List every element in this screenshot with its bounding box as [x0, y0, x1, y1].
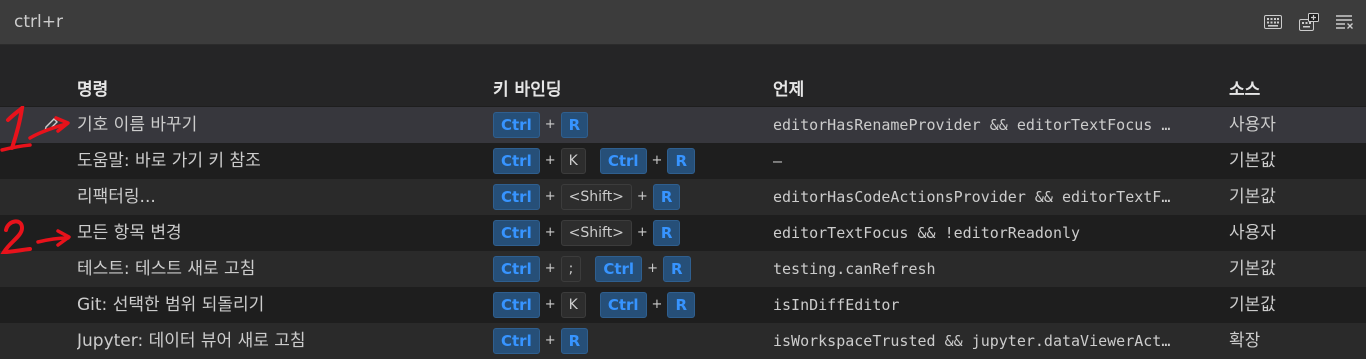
when-clause: isWorkspaceTrusted && jupyter.dataViewer…: [773, 332, 1171, 350]
when-clause: testing.canRefresh: [773, 260, 936, 278]
key-label: Ctrl: [493, 112, 540, 138]
when-clause: editorTextFocus && !editorReadonly: [773, 224, 1081, 242]
search-bar: [0, 0, 1366, 45]
key-chord: Ctrl + <Shift> + R: [493, 179, 681, 215]
key-label: Ctrl: [595, 256, 643, 282]
key-label: R: [652, 184, 681, 210]
table-row[interactable]: 도움말: 바로 가기 키 참조 Ctrl + K Ctrl + R – 기본값: [0, 143, 1366, 179]
key-label: R: [662, 256, 691, 282]
header-source[interactable]: 소스: [1229, 75, 1260, 100]
table-row[interactable]: Git: 선택한 범위 되돌리기 Ctrl + K Ctrl + RisInDiffEdit…: [0, 287, 1366, 323]
command-label: 기호 이름 바꾸기: [77, 115, 198, 135]
key-label: K: [560, 148, 586, 174]
key-chord: Ctrl + R: [599, 287, 695, 323]
key-chord: Ctrl + K: [493, 143, 586, 179]
annotation-1: [0, 106, 70, 152]
command-label: 도움말: 바로 가기 키 참조: [77, 151, 261, 171]
keybinding-cell[interactable]: Ctrl +; Ctrl + R: [493, 251, 753, 287]
table-row[interactable]: 기호 이름 바꾸기 Ctrl + ReditorHasRenameProvider &…: [0, 107, 1366, 143]
key-chord: Ctrl + K: [493, 287, 586, 323]
plus-separator: +: [651, 297, 663, 312]
key-label: R: [667, 148, 695, 174]
when-clause: –: [773, 152, 783, 170]
source-label: 기본값: [1229, 295, 1276, 315]
plus-separator: +: [544, 189, 556, 204]
plus-separator: +: [544, 297, 556, 312]
keybinding-cell[interactable]: Ctrl + R: [493, 323, 753, 359]
command-label: 리팩터링...: [77, 187, 156, 207]
clear-filter-icon[interactable]: [1334, 12, 1356, 32]
key-label: ;: [560, 256, 582, 282]
header-keybinding[interactable]: 키 바인딩: [493, 75, 561, 100]
source-label: 기본값: [1229, 151, 1276, 171]
keybinding-cell[interactable]: Ctrl + K Ctrl + R: [493, 143, 753, 179]
plus-separator: +: [651, 153, 663, 168]
plus-separator: +: [544, 261, 556, 276]
key-label: R: [652, 220, 681, 246]
key-chord: Ctrl + R: [599, 143, 695, 179]
command-label: Jupyter: 데이터 뷰어 새로 고침: [77, 331, 306, 351]
when-clause: isInDiffEditor: [773, 296, 900, 314]
keyboard-icon[interactable]: [1262, 12, 1284, 32]
key-label: R: [667, 292, 695, 318]
key-label: Ctrl: [493, 220, 540, 246]
search-input[interactable]: [14, 9, 1234, 35]
keybinding-cell[interactable]: Ctrl + <Shift> + R: [493, 179, 753, 215]
key-chord: Ctrl + R: [595, 251, 691, 287]
table-row[interactable]: Jupyter: 데이터 뷰어 새로 고침 Ctrl + RisWorkspaceTr…: [0, 323, 1366, 359]
table-header: 명령 키 바인딩 언제 소스: [0, 65, 1366, 106]
key-chord: Ctrl +;: [493, 251, 582, 287]
key-label: R: [560, 112, 589, 138]
plus-separator: +: [544, 117, 556, 132]
table-row[interactable]: 모든 항목 변경 Ctrl + <Shift> + ReditorTextFocus &&…: [0, 215, 1366, 251]
plus-separator: +: [636, 189, 648, 204]
plus-separator: +: [544, 333, 556, 348]
key-label: Ctrl: [493, 148, 540, 174]
key-label: Ctrl: [493, 292, 540, 318]
key-label: <Shift>: [560, 220, 632, 246]
header-when[interactable]: 언제: [773, 75, 804, 100]
key-chord: Ctrl + <Shift> + R: [493, 215, 681, 251]
keybinding-cell[interactable]: Ctrl + K Ctrl + R: [493, 287, 753, 323]
when-clause: editorHasCodeActionsProvider && editorTe…: [773, 188, 1171, 206]
key-label: K: [560, 292, 586, 318]
table-row[interactable]: 테스트: 테스트 새로 고침 Ctrl +; Ctrl + Rtesting.canRef…: [0, 251, 1366, 287]
plus-separator: +: [544, 225, 556, 240]
command-label: 모든 항목 변경: [77, 223, 182, 243]
key-label: <Shift>: [560, 184, 632, 210]
keybinding-cell[interactable]: Ctrl + <Shift> + R: [493, 215, 753, 251]
key-label: Ctrl: [493, 328, 540, 354]
source-label: 기본값: [1229, 187, 1276, 207]
when-clause: editorHasRenameProvider && editorTextFoc…: [773, 116, 1171, 134]
key-chord: Ctrl + R: [493, 323, 589, 359]
record-keys-icon[interactable]: [1298, 12, 1320, 32]
spacer-band: [0, 45, 1366, 65]
key-label: Ctrl: [599, 148, 647, 174]
command-label: 테스트: 테스트 새로 고침: [77, 259, 256, 279]
source-label: 기본값: [1229, 259, 1276, 279]
header-command[interactable]: 명령: [77, 75, 108, 100]
key-label: Ctrl: [493, 184, 540, 210]
source-label: 확장: [1229, 331, 1261, 351]
plus-separator: +: [636, 225, 648, 240]
table-row[interactable]: 리팩터링... Ctrl + <Shift> + ReditorHasCodeAction…: [0, 179, 1366, 215]
keybinding-cell[interactable]: Ctrl + R: [493, 107, 753, 143]
key-label: R: [560, 328, 589, 354]
key-chord: Ctrl + R: [493, 107, 589, 143]
command-label: Git: 선택한 범위 되돌리기: [77, 295, 265, 315]
source-label: 사용자: [1229, 115, 1276, 135]
key-label: Ctrl: [493, 256, 540, 282]
search-toolbar: [1262, 12, 1356, 32]
source-label: 사용자: [1229, 223, 1276, 243]
key-label: Ctrl: [599, 292, 647, 318]
plus-separator: +: [647, 261, 658, 276]
annotation-2: [0, 219, 71, 255]
plus-separator: +: [544, 153, 556, 168]
